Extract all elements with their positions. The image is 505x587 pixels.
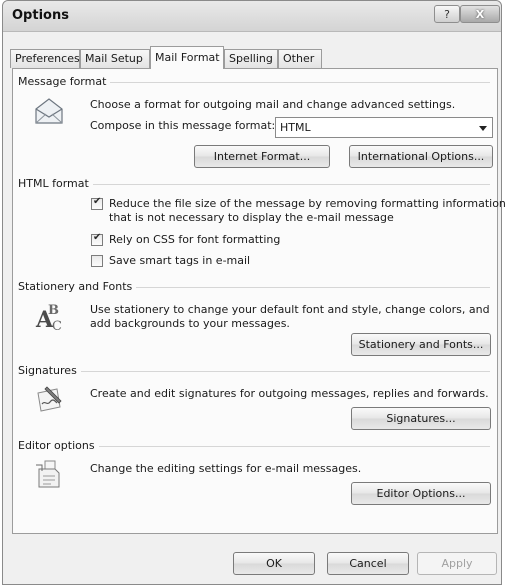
mail-format-panel: Message format Choose a format for outgo… xyxy=(12,68,505,534)
svg-text:B: B xyxy=(48,303,59,318)
svg-text:C: C xyxy=(52,319,62,332)
divider xyxy=(18,371,490,372)
stationery-fonts-icon: A B C xyxy=(35,303,62,332)
rely-on-css-label: Rely on CSS for font formatting xyxy=(109,233,281,246)
tab-mail-setup[interactable]: Mail Setup xyxy=(80,49,150,68)
rely-on-css-checkbox[interactable] xyxy=(91,232,103,246)
signatures-heading: Signatures xyxy=(18,364,81,377)
html-format-heading: HTML format xyxy=(18,177,93,190)
save-smart-tags-label: Save smart tags in e-mail xyxy=(109,254,251,267)
stationery-description-line1: Use stationery to change your default fo… xyxy=(90,303,490,316)
signatures-button[interactable]: Signatures... xyxy=(351,407,491,430)
editor-document-icon xyxy=(36,460,60,488)
reduce-file-size-label-line2: that is not necessary to display the e-m… xyxy=(109,211,394,224)
compose-format-value: HTML xyxy=(280,121,311,134)
editor-options-button[interactable]: Editor Options... xyxy=(351,482,491,505)
signatures-description: Create and edit signatures for outgoing … xyxy=(90,387,489,400)
chevron-down-icon xyxy=(479,126,487,131)
options-dialog: Options ? X Preferences Mail Setup Mail … xyxy=(2,0,505,585)
cancel-button[interactable]: Cancel xyxy=(327,552,409,575)
apply-button[interactable]: Apply xyxy=(417,552,497,575)
signature-pen-icon xyxy=(37,386,62,412)
message-format-heading: Message format xyxy=(18,75,111,88)
message-format-description: Choose a format for outgoing mail and ch… xyxy=(90,98,456,111)
envelope-icon xyxy=(35,98,63,124)
help-button[interactable]: ? xyxy=(434,5,460,23)
close-button[interactable]: X xyxy=(460,5,500,23)
stationery-description-line2: add backgrounds to your messages. xyxy=(90,317,290,330)
stationery-heading: Stationery and Fonts xyxy=(18,280,137,293)
editor-options-description: Change the editing settings for e-mail m… xyxy=(90,462,362,475)
reduce-file-size-checkbox[interactable] xyxy=(91,196,103,210)
compose-format-select[interactable]: HTML xyxy=(275,117,493,138)
title-bar[interactable]: Options ? X xyxy=(3,1,501,32)
ok-button[interactable]: OK xyxy=(233,552,315,575)
tab-other[interactable]: Other xyxy=(278,49,322,68)
compose-format-label: Compose in this message format: xyxy=(90,119,276,132)
reduce-file-size-label: Reduce the file size of the message by r… xyxy=(109,197,505,210)
editor-options-heading: Editor options xyxy=(18,439,99,452)
stationery-and-fonts-button[interactable]: Stationery and Fonts... xyxy=(351,333,491,356)
tab-mail-format[interactable]: Mail Format xyxy=(150,46,224,69)
tab-preferences[interactable]: Preferences xyxy=(10,49,80,68)
dialog-title: Options xyxy=(12,8,69,23)
tab-spelling[interactable]: Spelling xyxy=(224,49,278,68)
save-smart-tags-checkbox[interactable] xyxy=(91,255,103,267)
internet-format-button[interactable]: Internet Format... xyxy=(194,145,330,168)
international-options-button[interactable]: International Options... xyxy=(349,145,493,168)
